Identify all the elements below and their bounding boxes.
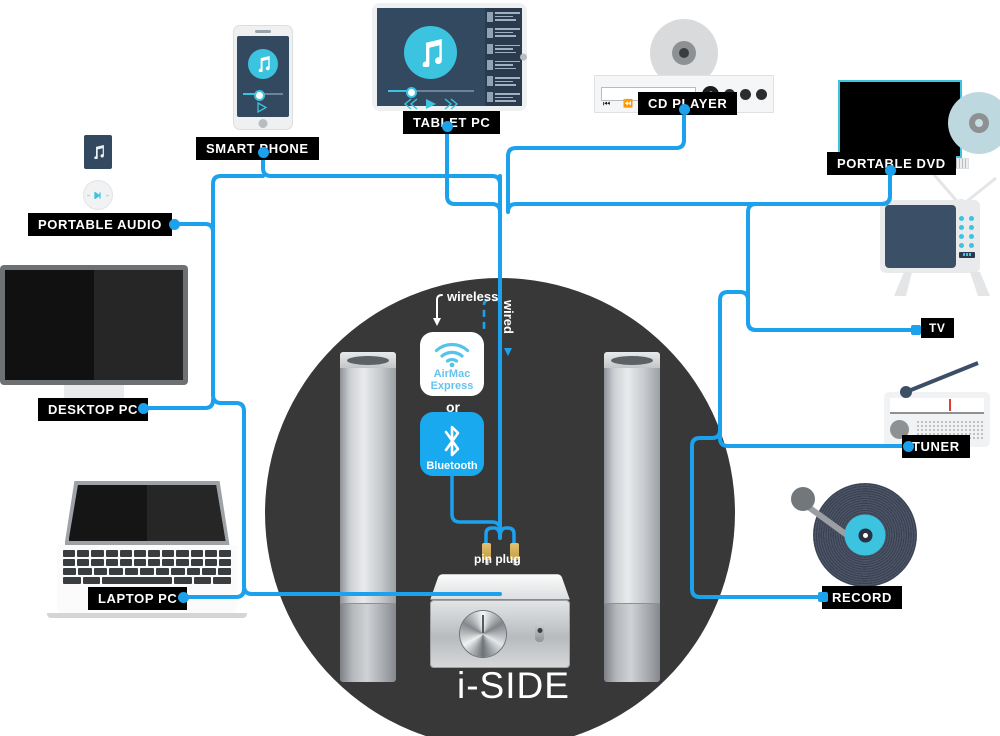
tv-icon	[880, 169, 1000, 296]
phone-progress-knob[interactable]	[254, 90, 265, 101]
brand-name: i-SIDE	[457, 665, 570, 706]
radio-antenna-icon	[900, 361, 979, 398]
phone-home-button[interactable]	[258, 119, 268, 128]
connector-dot-portable-dvd	[885, 165, 896, 176]
laptop-keyboard[interactable]	[63, 550, 232, 584]
tablet-progress-knob[interactable]	[406, 87, 417, 98]
wired-label: wired	[501, 300, 516, 334]
amplifier-front-panel	[430, 600, 570, 668]
connector-dot-tv	[911, 325, 921, 335]
list-item	[485, 91, 522, 104]
monitor-bezel	[0, 265, 188, 385]
power-indicator[interactable]	[535, 622, 544, 642]
connector-dot-portable-audio	[169, 219, 180, 230]
connector-dot-cd-player	[679, 104, 690, 115]
laptop-screen	[68, 485, 226, 541]
connector-dot-tablet-pc	[442, 121, 453, 132]
amplifier-top	[430, 574, 570, 600]
vinyl-disc	[791, 483, 917, 587]
label-record[interactable]: RECORD	[822, 586, 902, 609]
list-item	[485, 26, 522, 39]
label-laptop-pc[interactable]: LAPTOP PC	[88, 587, 188, 610]
list-item	[485, 42, 522, 55]
label-portable-audio[interactable]: PORTABLE AUDIO	[28, 213, 172, 236]
label-smart-phone[interactable]: SMART PHONE	[196, 137, 319, 160]
tablet-transport-controls[interactable]	[403, 98, 461, 110]
speaker-tower-left	[340, 352, 396, 682]
music-note-icon	[404, 26, 457, 79]
speaker-body	[604, 368, 660, 603]
speaker-top-port	[340, 352, 396, 368]
label-tv[interactable]: TV	[921, 318, 954, 338]
connector-dot-desktop-pc	[138, 403, 149, 414]
tv-screen	[885, 205, 956, 268]
tablet-icon	[372, 3, 527, 111]
portable-audio-wheel	[83, 180, 113, 210]
tuner-dial[interactable]	[890, 398, 984, 414]
tv-legs	[894, 272, 990, 296]
phone-speaker	[255, 30, 271, 33]
play-icon[interactable]	[257, 102, 268, 113]
cd-button	[740, 88, 751, 100]
phone-screen	[237, 36, 289, 117]
pin-plug-label: pin plug	[474, 552, 521, 566]
monitor-screen	[5, 270, 183, 380]
vinyl-record-icon	[791, 483, 917, 587]
portable-audio-screen	[84, 135, 112, 169]
tv-cabinet	[880, 200, 980, 273]
speaker-base	[604, 603, 660, 682]
smartphone-icon	[233, 25, 293, 130]
bluetooth-caption: Bluetooth	[426, 459, 478, 472]
dvd-screen	[838, 80, 962, 158]
connector-dot-laptop-pc	[178, 592, 189, 603]
wireless-label: wireless	[447, 289, 499, 304]
tuner-indicator	[949, 399, 952, 411]
list-item	[485, 59, 522, 72]
list-item	[485, 10, 522, 23]
bluetooth-tile[interactable]: Bluetooth	[420, 412, 484, 476]
tablet-home-button[interactable]	[520, 53, 527, 61]
laptop-lid	[64, 481, 230, 545]
speaker-base	[340, 603, 396, 682]
speaker-tower-right	[604, 352, 660, 682]
connector-dot-tuner	[903, 441, 914, 452]
tablet-screen	[377, 8, 485, 110]
transport-controls-icon	[87, 191, 109, 199]
portable-audio-icon	[83, 135, 113, 210]
music-note-icon	[248, 49, 278, 79]
speaker-top-port	[604, 352, 660, 368]
tv-controls[interactable]	[956, 215, 975, 258]
list-item	[485, 75, 522, 88]
label-desktop-pc[interactable]: DESKTOP PC	[38, 398, 149, 421]
laptop-foot	[47, 613, 247, 618]
bluetooth-icon	[444, 425, 460, 456]
airmac-caption: AirMac Express	[430, 368, 474, 392]
desktop-monitor-icon	[0, 265, 188, 413]
tonearm-pivot	[791, 487, 815, 511]
music-note-icon	[93, 145, 104, 159]
volume-knob[interactable]	[460, 611, 506, 657]
cd-button	[756, 88, 767, 100]
connector-dot-smart-phone	[258, 147, 269, 158]
connection-diagram: PORTABLE AUDIO SMART PHONE TABLET PC ⏮ ⏪…	[0, 0, 1000, 736]
connector-dot-record	[818, 592, 828, 602]
amplifier-icon	[430, 572, 570, 668]
airmac-express-tile[interactable]: AirMac Express	[420, 332, 484, 396]
wifi-icon	[434, 343, 470, 368]
tablet-playlist[interactable]	[485, 8, 522, 106]
speaker-body	[340, 368, 396, 603]
record-label	[844, 514, 886, 556]
